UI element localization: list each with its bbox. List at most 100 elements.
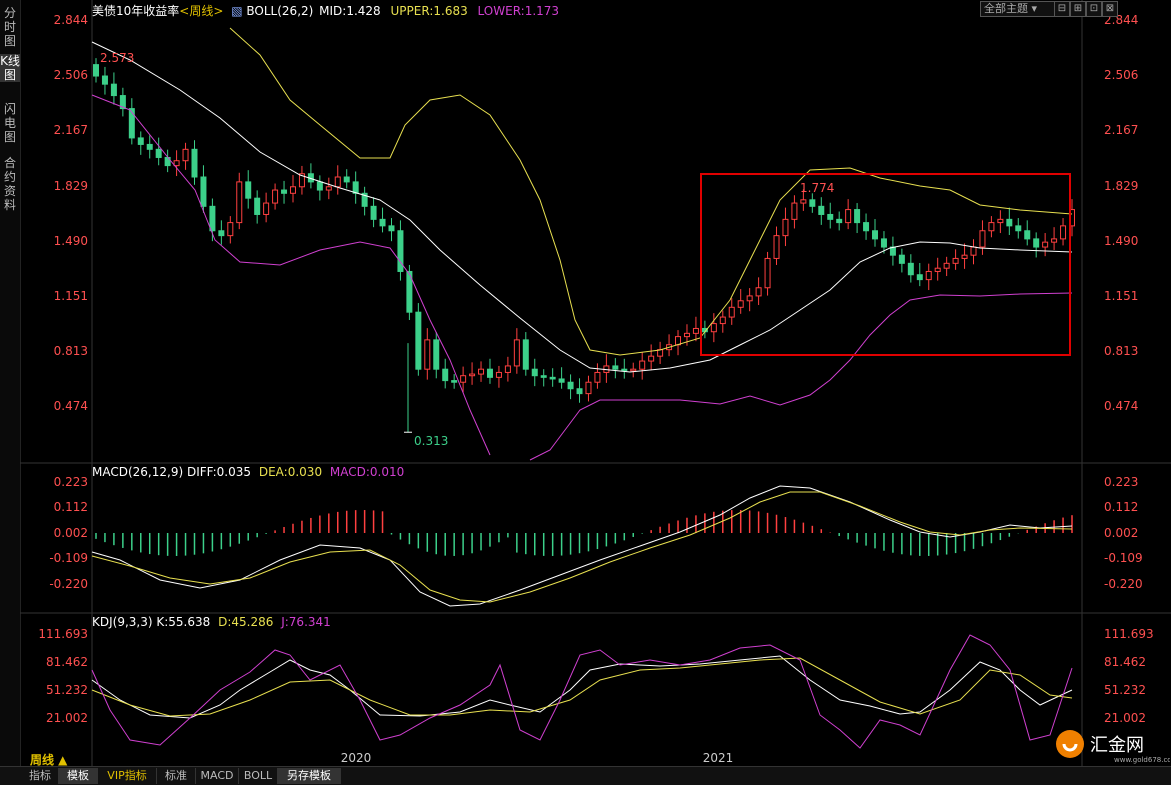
price-axis-tick-left: 1.151 — [54, 289, 88, 303]
candle-body — [486, 368, 493, 378]
window-button-2[interactable]: ⊞ — [1070, 1, 1086, 17]
macd-value: MACD:0.010 — [329, 465, 405, 479]
price-axis-tick-left: 2.506 — [54, 68, 88, 82]
candle-body — [379, 218, 386, 227]
candle-body — [460, 375, 467, 383]
candle-body — [1006, 218, 1013, 227]
bottom-toolbar: 指标 模板 VIP指标 标准 MACD BOLL 另存模板 — [0, 766, 1171, 785]
macd-axis-tick-right: -0.109 — [1104, 551, 1143, 565]
candle-body — [451, 380, 458, 383]
kdj-k: K:55.638 — [156, 615, 211, 629]
candle-body — [155, 148, 162, 158]
candle-body — [710, 323, 717, 333]
price-axis-tick-right: 1.490 — [1104, 234, 1138, 248]
macd-axis-tick-right: 0.112 — [1104, 500, 1138, 514]
candle-body — [988, 222, 995, 232]
kdj-k-line — [91, 655, 1073, 719]
watermark-logo: 汇金网 www.gold678.com — [1052, 726, 1170, 766]
sidebar-tab-contract[interactable]: 合约资料 — [0, 156, 20, 212]
candle-body — [872, 230, 879, 240]
candle-body — [424, 339, 431, 370]
candle-body — [576, 388, 583, 395]
candle-body — [558, 378, 565, 383]
kdj-d: D:45.286 — [218, 615, 274, 629]
candle-body — [182, 148, 189, 162]
bottom-tab-macd[interactable]: MACD — [196, 768, 239, 784]
candle-body — [907, 262, 914, 276]
bottom-tab-template[interactable]: 模板 — [59, 768, 98, 784]
candle-body — [1042, 241, 1049, 248]
candle-body — [934, 267, 941, 272]
macd-axis-tick-left: -0.109 — [49, 551, 88, 565]
candle-body — [845, 209, 852, 224]
time-axis-label: 2020 — [341, 751, 372, 765]
candle-body — [334, 176, 341, 188]
candle-body — [191, 148, 198, 178]
candle-body — [836, 218, 843, 224]
kdj-axis-tick-right: 51.232 — [1104, 683, 1146, 697]
bottom-tab-vip[interactable]: VIP指标 — [98, 768, 157, 784]
theme-dropdown[interactable]: 全部主题 ▾ — [980, 1, 1055, 17]
candle-body — [854, 209, 861, 224]
macd-dea: DEA:0.030 — [258, 465, 323, 479]
candle-body — [137, 137, 144, 145]
candle-body — [809, 199, 816, 207]
boll-lower: LOWER:1.173 — [477, 4, 560, 18]
sidebar-tab-kline[interactable]: K线图 — [0, 54, 20, 82]
candle-body — [218, 230, 225, 237]
candle-body — [513, 339, 520, 367]
bottom-tab-boll[interactable]: BOLL — [239, 768, 278, 784]
bottom-tab-standard[interactable]: 标准 — [157, 768, 196, 784]
sidebar-tab-flash[interactable]: 闪电图 — [0, 102, 20, 144]
candle-body — [173, 160, 180, 167]
macd-dea-line — [91, 491, 1073, 603]
candle-body — [316, 181, 323, 191]
candle-body — [236, 181, 243, 224]
macd-axis-tick-right: -0.220 — [1104, 577, 1143, 591]
candle-body — [1060, 225, 1067, 240]
candle-body — [567, 381, 574, 390]
candle-body — [997, 218, 1004, 224]
sidebar-tab-timeshare[interactable]: 分时图 — [0, 6, 20, 48]
candle-body — [388, 225, 395, 232]
candle-body — [415, 311, 422, 370]
candle-body — [594, 371, 601, 383]
kdj-axis-tick-left: 51.232 — [46, 683, 88, 697]
candle-body — [782, 218, 789, 237]
candle-body — [1024, 230, 1031, 240]
main-header: 美债10年收益率<周线> ▧ BOLL(26,2) MID:1.428 UPPE… — [92, 2, 559, 19]
kdj-axis-tick-left: 81.462 — [46, 655, 88, 669]
bottom-tab-indicator[interactable]: 指标 — [22, 768, 59, 784]
candle-body — [245, 181, 252, 199]
candle-body — [433, 339, 440, 370]
candle-body — [621, 368, 628, 372]
candle-body — [1015, 225, 1022, 232]
candle-body — [818, 205, 825, 215]
price-axis-tick-left: 0.474 — [54, 399, 88, 413]
window-button-1[interactable]: ⊟ — [1054, 1, 1070, 17]
chevron-down-icon: ▾ — [1031, 2, 1038, 15]
chart-svg[interactable]: 2.844 2.8442.506 2.5062.167 2.1671.829 1.829… — [20, 0, 1171, 766]
candle-body — [1033, 238, 1040, 248]
bottom-tab-save-template[interactable]: 另存模板 — [278, 768, 341, 784]
candle-body — [227, 222, 234, 237]
boll-icon: ▧ — [231, 4, 243, 18]
period-label[interactable]: <周线> — [179, 4, 223, 18]
candle-body — [898, 254, 905, 264]
kdj-axis-tick-right: 21.002 — [1104, 711, 1146, 725]
price-axis-tick-right: 0.813 — [1104, 344, 1138, 358]
kdj-name: KDJ(9,3,3) — [92, 615, 153, 629]
kdj-axis-tick-right: 81.462 — [1104, 655, 1146, 669]
watermark-url: www.gold678.com — [1114, 756, 1170, 764]
price-axis-tick-left: 2.167 — [54, 123, 88, 137]
candle-body — [93, 64, 99, 77]
candle-body — [737, 300, 744, 308]
candle-body — [281, 189, 288, 194]
candle-body — [469, 373, 476, 377]
window-button-3[interactable]: ⊡ — [1086, 1, 1102, 17]
candle-body — [952, 257, 959, 264]
candle-body — [612, 365, 619, 370]
chart-area[interactable]: 2.844 2.844 2.506 2.506 2.167 2.167 1.829 1.829… — [20, 0, 1171, 766]
window-button-4[interactable]: ⊠ — [1102, 1, 1118, 17]
candle-body — [925, 270, 932, 281]
